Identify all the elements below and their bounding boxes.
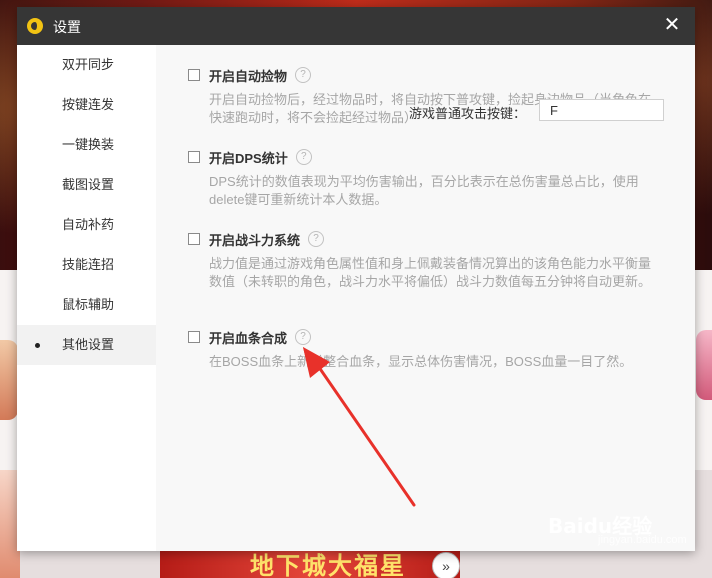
background-character-right: [696, 330, 712, 400]
option-label: 开启血条合成: [209, 330, 288, 346]
option-label: 开启DPS统计: [209, 150, 288, 166]
option-label: 开启战斗力系统: [209, 232, 301, 248]
settings-content: 开启自动捡物 ? 开启自动捡物后，经过物品时，将自动按下普攻键，捡起身边物品（当…: [156, 45, 695, 551]
sidebar-item-label: 截图设置: [62, 177, 115, 192]
sidebar-item-skill-combo[interactable]: 技能连招: [17, 245, 156, 285]
hp-bar-merge-checkbox[interactable]: [188, 331, 200, 343]
attack-key-input[interactable]: [539, 99, 664, 121]
option-description: 战力值是通过游戏角色属性值和身上佩戴装备情况算出的该角色能力水平衡量数值（未转职…: [209, 256, 652, 289]
settings-dialog: 设置 ✕ 双开同步 按键连发 一键换装 截图设置 自动补药 技能连招 鼠标辅助 …: [17, 7, 695, 551]
sidebar-item-other-settings[interactable]: 其他设置: [17, 325, 156, 365]
option-dps-stats: 开启DPS统计 ? DPS统计的数值表现为平均伤害输出，百分比表示在总伤害量总占…: [188, 147, 688, 209]
sidebar-item-label: 其他设置: [62, 337, 115, 352]
sidebar-item-label: 鼠标辅助: [62, 297, 115, 312]
sidebar-item-label: 自动补药: [62, 217, 115, 232]
sidebar-item-label: 按键连发: [62, 97, 115, 112]
app-logo-icon: [27, 18, 43, 34]
title-bar: 设置 ✕: [17, 7, 695, 45]
combat-power-checkbox[interactable]: [188, 233, 200, 245]
sidebar-item-label: 技能连招: [62, 257, 115, 272]
sidebar-item-mouse-assist[interactable]: 鼠标辅助: [17, 285, 156, 325]
sidebar-item-label: 双开同步: [62, 57, 115, 72]
dps-stats-checkbox[interactable]: [188, 151, 200, 163]
help-icon[interactable]: ?: [308, 231, 325, 247]
close-icon[interactable]: ✕: [661, 14, 683, 36]
option-label: 开启自动捡物: [209, 68, 288, 84]
watermark-url: jingyan.baidu.com: [598, 534, 687, 546]
sidebar-item-dual-sync[interactable]: 双开同步: [17, 45, 156, 85]
attack-key-label: 游戏普通攻击按键：: [409, 106, 527, 121]
sidebar-item-key-repeat[interactable]: 按键连发: [17, 85, 156, 125]
background-next-arrow-icon[interactable]: »: [432, 552, 460, 578]
option-hp-bar-merge: 开启血条合成 ? 在BOSS血条上新增整合血条，显示总体伤害情况，BOSS血量一…: [188, 327, 688, 371]
dialog-title: 设置: [53, 19, 81, 35]
active-dot-icon: [35, 343, 40, 348]
auto-pickup-checkbox[interactable]: [188, 69, 200, 81]
settings-sidebar: 双开同步 按键连发 一键换装 截图设置 自动补药 技能连招 鼠标辅助 其他设置: [17, 45, 156, 551]
help-icon[interactable]: ?: [295, 67, 312, 83]
help-icon[interactable]: ?: [295, 329, 312, 345]
sidebar-item-auto-potion[interactable]: 自动补药: [17, 205, 156, 245]
option-description: 在BOSS血条上新增整合血条，显示总体伤害情况，BOSS血量一目了然。: [209, 354, 633, 369]
help-icon[interactable]: ?: [295, 149, 312, 165]
background-character-left: [0, 340, 18, 420]
option-combat-power: 开启战斗力系统 ? 战力值是通过游戏角色属性值和身上佩戴装备情况算出的该角色能力…: [188, 229, 688, 291]
sidebar-item-quick-equip[interactable]: 一键换装: [17, 125, 156, 165]
sidebar-item-label: 一键换装: [62, 137, 115, 152]
option-description: DPS统计的数值表现为平均伤害输出，百分比表示在总伤害量总占比，使用delete…: [209, 174, 639, 207]
sidebar-item-screenshot[interactable]: 截图设置: [17, 165, 156, 205]
